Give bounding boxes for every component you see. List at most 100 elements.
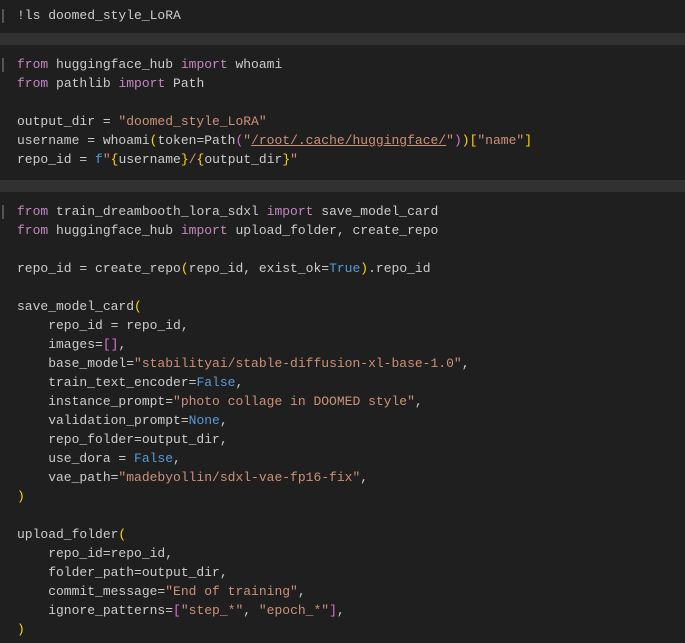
- code-line: upload_folder(: [17, 525, 685, 544]
- code-token: ": [446, 133, 454, 148]
- code-token: ,: [219, 413, 228, 428]
- code-line: commit_message="End of training",: [17, 582, 685, 601]
- code-line: repo_id = repo_id,: [17, 316, 685, 335]
- code-token: ): [461, 133, 470, 148]
- code-token: ,: [461, 356, 470, 371]
- code-token: None: [188, 413, 220, 428]
- code-token: "madebyollin/sdxl-vae-fp16-fix": [118, 470, 361, 485]
- code-token: output_dir =: [17, 114, 119, 129]
- cell-code[interactable]: from train_dreambooth_lora_sdxl import s…: [0, 202, 685, 639]
- code-token: whoami: [227, 57, 283, 72]
- notebook: !ls doomed_style_LoRA from huggingface_h…: [0, 0, 685, 643]
- cell-code[interactable]: !ls doomed_style_LoRA: [0, 6, 685, 25]
- code-token: "epoch_*": [258, 603, 330, 618]
- code-token: output_dir: [204, 152, 283, 167]
- code-token: ,: [360, 470, 369, 485]
- code-token: ,: [173, 451, 181, 466]
- code-token: }: [180, 152, 189, 167]
- code-line: folder_path=output_dir,: [17, 563, 685, 582]
- code-token: import: [266, 204, 314, 219]
- code-token: ignore_patterns=: [17, 603, 174, 618]
- code-token: ,: [235, 375, 244, 390]
- code-token: repo_id=repo_id,: [17, 546, 174, 561]
- code-token: }: [282, 152, 291, 167]
- code-token: import: [180, 223, 228, 238]
- code-token: save_model_card: [313, 204, 439, 219]
- code-token: from: [17, 223, 49, 238]
- code-token: ): [17, 489, 25, 504]
- code-token: train_dreambooth_lora_sdxl: [48, 204, 267, 219]
- cell-gutter-marker: [2, 9, 4, 23]
- path-link[interactable]: /root/.cache/huggingface/: [251, 133, 446, 148]
- code-token: repo_id, exist_ok=: [188, 261, 330, 276]
- code-token: "step_*": [180, 603, 244, 618]
- code-line: repo_id = f"{username}/{output_dir}": [17, 150, 685, 169]
- code-line: repo_folder=output_dir,: [17, 430, 685, 449]
- code-token: ": [243, 133, 252, 148]
- code-token: True: [329, 261, 361, 276]
- code-token: from: [17, 57, 49, 72]
- code-line: images=[],: [17, 335, 685, 354]
- code-line: repo_id = create_repo(repo_id, exist_ok=…: [17, 259, 685, 278]
- code-token: validation_prompt=: [17, 413, 189, 428]
- cell-gutter-marker: [2, 205, 4, 219]
- code-line: vae_path="madebyollin/sdxl-vae-fp16-fix"…: [17, 468, 685, 487]
- code-token: Path: [165, 76, 205, 91]
- code-line: !ls doomed_style_LoRA: [17, 6, 685, 25]
- code-token: (: [180, 261, 189, 276]
- cell-separator: [0, 180, 685, 192]
- code-token: from: [17, 76, 49, 91]
- code-token: ": [102, 152, 111, 167]
- code-token: ): [360, 261, 369, 276]
- code-token: base_model=: [17, 356, 135, 371]
- code-cell-upload[interactable]: from train_dreambooth_lora_sdxl import s…: [0, 192, 685, 643]
- code-token: token=Path: [157, 133, 236, 148]
- code-line: output_dir = "doomed_style_LoRA": [17, 112, 685, 131]
- code-token: from: [17, 204, 49, 219]
- code-token: "photo collage in DOOMED style": [173, 394, 415, 409]
- cell-code[interactable]: from huggingface_hub import whoami from p…: [0, 55, 685, 169]
- code-line: from huggingface_hub import upload_folde…: [17, 221, 685, 240]
- code-token: repo_id =: [17, 152, 96, 167]
- code-token: "End of training": [165, 584, 298, 599]
- code-line: save_model_card(: [17, 297, 685, 316]
- code-line: base_model="stabilityai/stable-diffusion…: [17, 354, 685, 373]
- code-token: ,: [414, 394, 423, 409]
- code-token: import: [180, 57, 228, 72]
- code-token: ,: [336, 603, 345, 618]
- code-token: vae_path=: [17, 470, 119, 485]
- code-token: import: [118, 76, 166, 91]
- code-token: /: [188, 152, 197, 167]
- cell-separator: [0, 33, 685, 45]
- code-token: f: [95, 152, 103, 167]
- code-token: []: [102, 337, 119, 352]
- code-token: upload_folder: [17, 527, 119, 542]
- code-token: False: [134, 451, 174, 466]
- code-token: images=: [17, 337, 103, 352]
- code-token: commit_message=: [17, 584, 166, 599]
- code-token: ,: [297, 584, 306, 599]
- code-line: use_dora = False,: [17, 449, 685, 468]
- code-cell-ls[interactable]: !ls doomed_style_LoRA: [0, 0, 685, 33]
- code-line: instance_prompt="photo collage in DOOMED…: [17, 392, 685, 411]
- code-line: from huggingface_hub import whoami: [17, 55, 685, 74]
- code-token: instance_prompt=: [17, 394, 174, 409]
- code-token: huggingface_hub: [48, 223, 181, 238]
- code-token: ,: [118, 337, 127, 352]
- code-line: from pathlib import Path: [17, 74, 685, 93]
- code-token: (: [134, 299, 142, 314]
- code-token: ): [453, 133, 462, 148]
- code-token: .repo_id: [368, 261, 431, 276]
- code-token: "stabilityai/stable-diffusion-xl-base-1.…: [134, 356, 462, 371]
- code-cell-whoami[interactable]: from huggingface_hub import whoami from p…: [0, 45, 685, 180]
- code-token: use_dora =: [17, 451, 135, 466]
- code-line: from train_dreambooth_lora_sdxl import s…: [17, 202, 685, 221]
- code-token: pathlib: [48, 76, 119, 91]
- code-line: ignore_patterns=["step_*", "epoch_*"],: [17, 601, 685, 620]
- code-token: save_model_card: [17, 299, 135, 314]
- code-token: (: [118, 527, 127, 542]
